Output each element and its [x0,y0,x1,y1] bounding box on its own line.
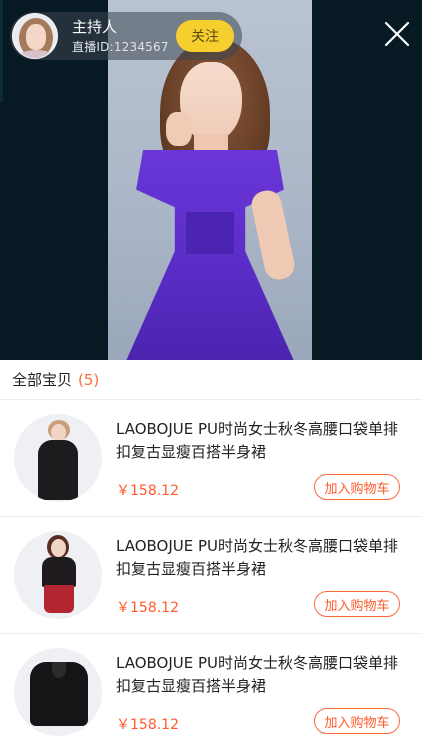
close-icon [384,21,410,47]
model-skirt [44,585,74,613]
model-face [51,539,66,557]
product-price: ￥158.12 [116,483,179,499]
product-title[interactable]: LAOBOJUE PU时尚女士秋冬高腰口袋单排扣复古显瘦百搭半身裙 [116,418,410,464]
add-to-cart-button[interactable]: 加入购物车 [314,708,400,734]
product-count: (5) [78,370,100,389]
product-price: ￥158.12 [116,717,179,733]
live-video[interactable]: 主持人 直播ID:1234567 关注 [0,0,422,360]
add-to-cart-button[interactable]: 加入购物车 [314,474,400,500]
presenter-arm [248,187,298,283]
close-button[interactable] [383,20,411,48]
product-list-header: 全部宝贝 (5) [0,360,422,400]
product-title[interactable]: LAOBOJUE PU时尚女士秋冬高腰口袋单排扣复古显瘦百搭半身裙 [116,652,410,698]
product-thumbnail[interactable] [14,414,102,502]
model-top [42,557,76,587]
product-price: ￥158.12 [116,600,179,616]
product-list-title: 全部宝贝 [12,371,73,389]
host-info: 主持人 直播ID:1234567 [72,17,169,54]
product-title[interactable]: LAOBOJUE PU时尚女士秋冬高腰口袋单排扣复古显瘦百搭半身裙 [116,535,410,581]
product-thumbnail[interactable] [14,531,102,619]
add-to-cart-button[interactable]: 加入购物车 [314,591,400,617]
video-edge [0,0,3,102]
product-item[interactable]: LAOBOJUE PU时尚女士秋冬高腰口袋单排扣复古显瘦百搭半身裙 ￥158.1… [0,517,422,634]
model-face [51,424,66,441]
host-name: 主持人 [72,17,118,36]
product-item[interactable]: LAOBOJUE PU时尚女士秋冬高腰口袋单排扣复古显瘦百搭半身裙 ￥158.1… [0,400,422,517]
product-thumbnail[interactable] [14,648,102,736]
presenter-hand [166,112,192,146]
jacket-collar [52,662,66,678]
avatar[interactable] [12,13,58,59]
follow-button[interactable]: 关注 [176,20,234,52]
avatar-body [17,50,55,58]
avatar-face [26,24,46,50]
host-id: 直播ID:1234567 [72,39,169,54]
host-info-bar: 主持人 直播ID:1234567 关注 [10,12,242,60]
product-item[interactable]: LAOBOJUE PU时尚女士秋冬高腰口袋单排扣复古显瘦百搭半身裙 ￥158.1… [0,634,422,750]
model-coat [38,440,78,500]
presenter-waist [186,212,234,254]
